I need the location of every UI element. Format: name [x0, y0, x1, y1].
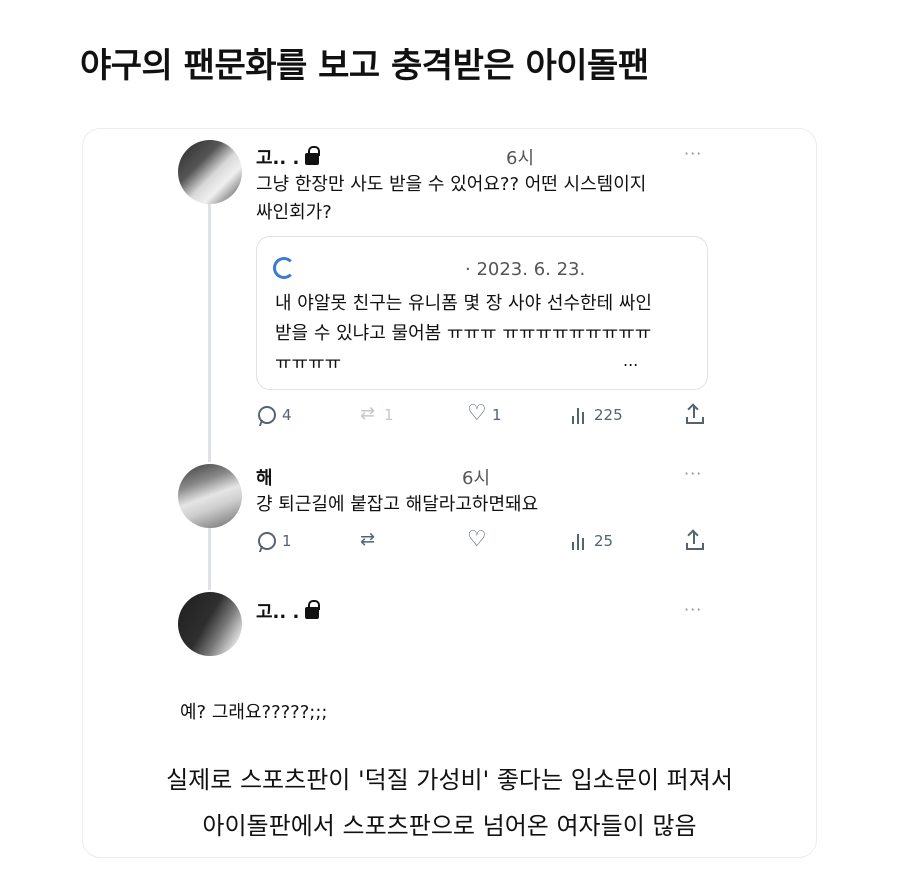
retweet-button[interactable]	[360, 529, 378, 550]
more-icon[interactable]: ···	[684, 464, 702, 483]
reply-count: 1	[282, 532, 292, 550]
views-button[interactable]: 25	[572, 532, 613, 550]
tweet-text: 걍 퇴근길에 붙잡고 해달라고하면돼요	[256, 494, 539, 515]
quote-avatar-icon	[273, 257, 295, 279]
reply-count: 4	[282, 406, 292, 424]
share-button[interactable]	[686, 403, 704, 424]
more-icon[interactable]: ···	[684, 144, 702, 163]
retweet-icon	[360, 403, 378, 424]
tweet-author[interactable]: 해	[256, 464, 273, 490]
lock-icon	[305, 600, 321, 619]
tweet-text: 예? 그래요?????;;;	[180, 702, 328, 723]
retweet-icon	[360, 529, 378, 550]
bar-chart-icon	[572, 406, 588, 424]
reply-icon	[258, 406, 276, 424]
quote-date: · 2023. 6. 23.	[465, 259, 586, 280]
retweet-count: 1	[384, 406, 394, 424]
tweet-text: 그냥 한장만 사도 받을 수 있어요?? 어떤 시스템이지 싸인회가?	[256, 174, 647, 223]
tweet-actions: 4 1 1 225	[256, 401, 716, 432]
heart-icon	[467, 401, 487, 426]
tweet-time[interactable]: 6시	[506, 144, 534, 170]
like-button[interactable]	[467, 527, 487, 552]
thread-line	[208, 200, 211, 462]
heart-icon	[467, 527, 487, 552]
quote-more: ...	[623, 351, 639, 370]
caption-line: 아이돌판에서 스포츠판으로 넘어온 여자들이 많음	[202, 812, 697, 840]
tweet-actions: 1 25	[256, 527, 716, 558]
share-icon	[686, 403, 704, 424]
like-button[interactable]: 1	[467, 401, 502, 426]
avatar[interactable]	[178, 140, 242, 204]
like-count: 1	[492, 406, 502, 424]
thread-line	[208, 524, 211, 590]
reply-icon	[258, 532, 276, 550]
tweet-time[interactable]: 6시	[462, 464, 490, 490]
lock-icon	[305, 146, 321, 165]
avatar[interactable]	[178, 464, 242, 528]
avatar[interactable]	[178, 592, 242, 656]
share-button[interactable]	[686, 529, 704, 550]
share-icon	[686, 529, 704, 550]
views-button[interactable]: 225	[572, 406, 623, 424]
reply-button[interactable]: 1	[258, 532, 292, 550]
retweet-button[interactable]: 1	[360, 403, 394, 424]
view-count: 25	[594, 532, 614, 550]
more-icon[interactable]: ···	[684, 600, 702, 619]
view-count: 225	[594, 406, 623, 424]
post-title: 야구의 팬문화를 보고 충격받은 아이돌팬	[80, 46, 649, 86]
tweet-author[interactable]: 고.. .	[256, 144, 321, 170]
caption-line: 실제로 스포츠판이 '덕질 가성비' 좋다는 입소문이 퍼져서	[166, 766, 733, 794]
quote-tweet[interactable]: · 2023. 6. 23. 내 야알못 친구는 유니폼 몇 장 사야 선수한테…	[256, 236, 708, 390]
bar-chart-icon	[572, 532, 588, 550]
tweet-author[interactable]: 고.. .	[256, 598, 321, 624]
reply-button[interactable]: 4	[258, 406, 292, 424]
